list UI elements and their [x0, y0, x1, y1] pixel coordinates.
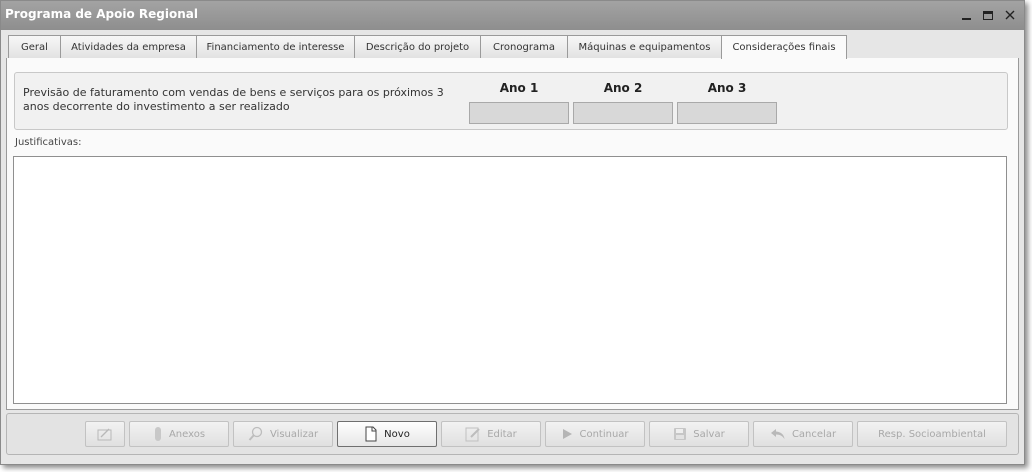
signature-icon	[97, 428, 112, 441]
revenue-forecast-group: Previsão de faturamento com vendas de be…	[14, 72, 1008, 130]
year-2-input[interactable]	[573, 102, 673, 124]
close-icon	[1005, 10, 1015, 20]
undo-arrow-icon	[770, 429, 785, 439]
maximize-button[interactable]	[980, 7, 996, 23]
app-window: Programa de Apoio Regional Geral Ativida…	[0, 0, 1025, 465]
view-label: Visualizar	[269, 428, 319, 440]
view-button[interactable]: Visualizar	[233, 421, 333, 447]
window-controls	[958, 7, 1018, 23]
tab-label: Cronograma	[493, 41, 555, 53]
pencil-icon	[465, 427, 480, 442]
cancel-label: Cancelar	[791, 428, 837, 440]
continue-label: Continuar	[579, 428, 629, 440]
year-2-title: Ano 2	[603, 81, 643, 95]
close-button[interactable]	[1002, 7, 1018, 23]
tab-geral[interactable]: Geral	[8, 35, 61, 58]
sign-button[interactable]	[85, 421, 125, 447]
tab-label: Considerações finais	[732, 42, 836, 53]
year-2-column: Ano 2	[573, 81, 673, 124]
action-toolbar: Anexos Visualizar Novo Editar Continuar …	[6, 413, 1019, 455]
tab-content-panel: Previsão de faturamento com vendas de be…	[6, 58, 1019, 410]
play-icon	[563, 429, 573, 439]
tab-label: Descrição do projeto	[365, 41, 470, 53]
window-title: Programa de Apoio Regional	[5, 7, 198, 21]
tab-label: Geral	[21, 41, 48, 53]
edit-button[interactable]: Editar	[441, 421, 541, 447]
year-3-input[interactable]	[677, 102, 777, 124]
tab-label: Financiamento de interesse	[206, 41, 345, 53]
continue-button[interactable]: Continuar	[545, 421, 645, 447]
save-label: Salvar	[693, 428, 725, 440]
socioenvironmental-button[interactable]: Resp. Socioambiental	[857, 421, 1007, 447]
socioenvironmental-label: Resp. Socioambiental	[878, 428, 986, 440]
floppy-icon	[674, 428, 687, 440]
magnifier-icon	[248, 426, 263, 441]
paperclip-icon	[154, 427, 161, 441]
justification-textarea[interactable]	[13, 156, 1007, 404]
tab-label: Atividades da empresa	[71, 41, 186, 53]
year-3-title: Ano 3	[707, 81, 747, 95]
year-3-column: Ano 3	[677, 81, 777, 124]
title-bar[interactable]: Programa de Apoio Regional	[1, 1, 1024, 30]
minimize-button[interactable]	[958, 7, 974, 23]
tab-cronograma[interactable]: Cronograma	[480, 35, 568, 58]
attachments-button[interactable]: Anexos	[129, 421, 229, 447]
year-1-title: Ano 1	[499, 81, 539, 95]
new-document-icon	[365, 426, 377, 442]
tab-consideracoes-finais[interactable]: Considerações finais	[721, 35, 847, 59]
tab-descricao-do-projeto[interactable]: Descrição do projeto	[354, 35, 481, 58]
tab-financiamento-de-interesse[interactable]: Financiamento de interesse	[196, 35, 355, 58]
attachments-label: Anexos	[168, 428, 206, 440]
forecast-label: Previsão de faturamento com vendas de be…	[23, 86, 444, 113]
cancel-button[interactable]: Cancelar	[753, 421, 853, 447]
year-1-column: Ano 1	[469, 81, 569, 124]
new-label: Novo	[384, 428, 410, 440]
tab-bar: Geral Atividades da empresa Financiament…	[8, 35, 847, 59]
tab-atividades-da-empresa[interactable]: Atividades da empresa	[60, 35, 197, 58]
justification-label: Justificativas:	[15, 137, 82, 148]
minimize-icon	[961, 18, 971, 20]
tab-label: Máquinas e equipamentos	[578, 41, 711, 53]
tab-maquinas-e-equipamentos[interactable]: Máquinas e equipamentos	[567, 35, 722, 58]
year-1-input[interactable]	[469, 102, 569, 124]
edit-label: Editar	[487, 428, 517, 440]
save-button[interactable]: Salvar	[649, 421, 749, 447]
maximize-icon	[983, 10, 993, 20]
new-button[interactable]: Novo	[337, 421, 437, 447]
